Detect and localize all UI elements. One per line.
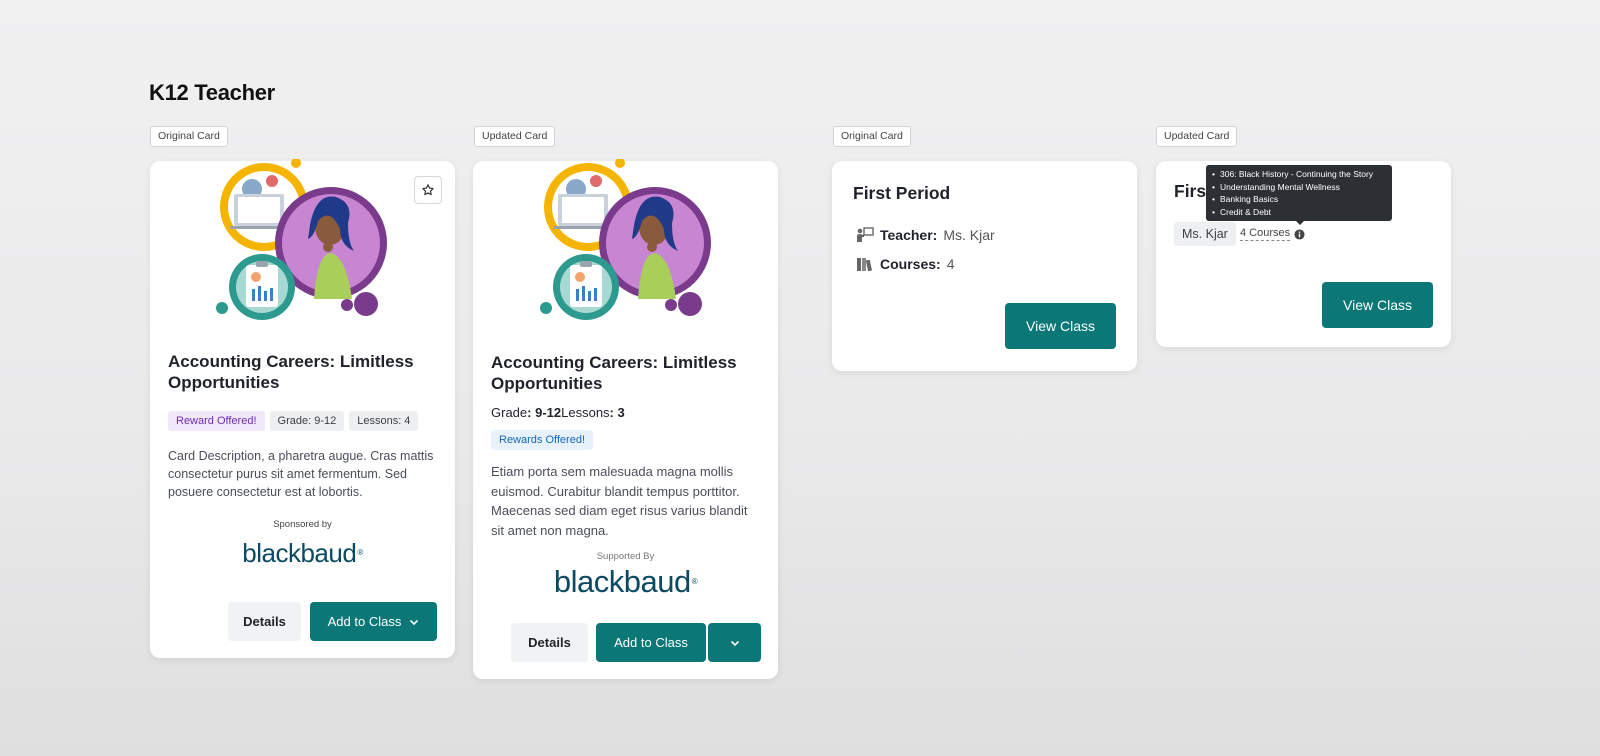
favorite-button[interactable] xyxy=(414,176,442,204)
info-icon[interactable] xyxy=(1294,229,1305,240)
tooltip-course-item: Credit & Debt xyxy=(1212,206,1388,219)
courses-link[interactable]: 4 Courses xyxy=(1240,227,1291,241)
original-card-tag: Original Card xyxy=(150,126,228,147)
details-button[interactable]: Details xyxy=(511,623,588,662)
page-title: K12 Teacher xyxy=(149,80,275,105)
tooltip-course-item: Understanding Mental Wellness xyxy=(1212,181,1388,194)
courses-label: Courses: xyxy=(880,256,941,272)
books-icon xyxy=(857,258,872,272)
reward-badge: Rewards Offered! xyxy=(491,430,594,450)
tooltip-course-item: Banking Basics xyxy=(1212,193,1388,206)
course-title: Accounting Careers: Limitless Opportunit… xyxy=(168,352,414,392)
class-title: First Period xyxy=(853,183,951,203)
course-meta: Grade: 9-12Lessons: 3 xyxy=(491,405,625,420)
updated-card-tag: Updated Card xyxy=(1156,126,1238,147)
sponsor-logo: blackbaud® xyxy=(553,564,698,599)
teacher-icon xyxy=(857,227,874,242)
chevron-down-icon xyxy=(730,640,739,646)
course-chips: Reward Offered! Grade: 9-12 Lessons: 4 xyxy=(168,409,423,431)
details-button[interactable]: Details xyxy=(228,602,301,641)
add-to-class-button[interactable]: Add to Class xyxy=(596,623,706,662)
grade-badge: Grade: 9-12 xyxy=(269,411,345,431)
view-class-button[interactable]: View Class xyxy=(1322,282,1433,328)
teacher-row: Teacher: Ms. Kjar xyxy=(856,227,995,243)
courses-value: 4 xyxy=(946,256,955,272)
course-description: Etiam porta sem malesuada magna mollis e… xyxy=(491,464,748,538)
lessons-label: Lessons xyxy=(561,405,610,420)
updated-card-tag: Updated Card xyxy=(474,126,556,147)
star-icon xyxy=(422,184,434,196)
course-illustration xyxy=(540,159,711,320)
courses-tooltip: 306: Black History - Continuing the Stor… xyxy=(1206,165,1392,221)
sponsor-label: Sponsored by xyxy=(273,519,332,530)
add-to-class-button[interactable]: Add to Class xyxy=(310,602,437,641)
add-to-class-dropdown[interactable] xyxy=(708,623,761,662)
course-title: Accounting Careers: Limitless Opportunit… xyxy=(491,353,737,393)
add-to-class-label: Add to Class xyxy=(327,614,402,629)
sponsor-label: Supported By xyxy=(596,551,655,562)
chevron-down-icon xyxy=(410,619,419,625)
tooltip-arrow xyxy=(1295,220,1305,225)
lessons-value: 3 xyxy=(617,405,625,420)
sponsor-logo: blackbaud® xyxy=(242,538,363,568)
tooltip-course-item: 306: Black History - Continuing the Stor… xyxy=(1212,168,1388,181)
teacher-value: Ms. Kjar xyxy=(943,227,995,243)
grade-value: 9-12 xyxy=(535,405,562,420)
teacher-label: Teacher: xyxy=(880,227,938,243)
teacher-badge: Ms. Kjar xyxy=(1174,222,1236,246)
original-card-tag: Original Card xyxy=(833,126,911,147)
course-illustration xyxy=(216,159,387,320)
reward-badge: Reward Offered! xyxy=(168,411,265,431)
lessons-badge: Lessons: 4 xyxy=(349,411,419,431)
course-description: Card Description, a pharetra augue. Cras… xyxy=(168,449,434,499)
grade-label: Grade xyxy=(491,405,528,420)
view-class-button[interactable]: View Class xyxy=(1005,303,1116,349)
courses-row: Courses: 4 xyxy=(856,256,954,272)
